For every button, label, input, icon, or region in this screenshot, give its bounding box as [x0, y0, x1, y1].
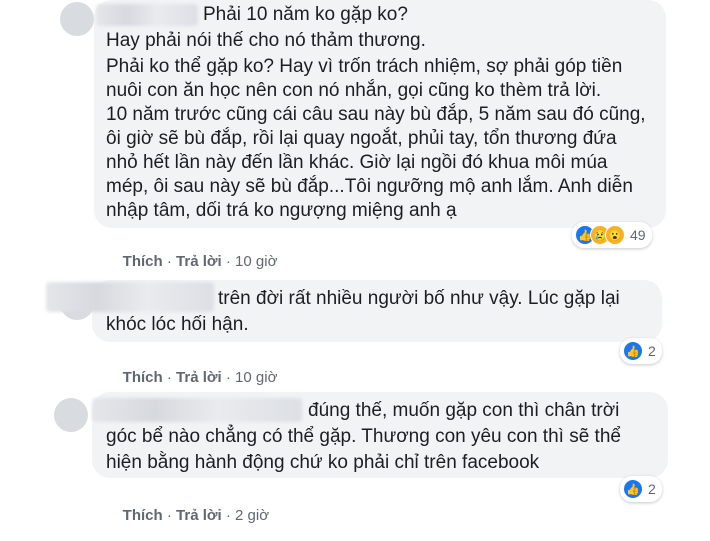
- comment-line: trên đời rất nhiều người bố như vậy. Lúc…: [218, 288, 620, 309]
- timestamp[interactable]: 10 giờ: [235, 253, 277, 270]
- avatar[interactable]: [54, 398, 88, 432]
- reaction-count: 2: [648, 343, 656, 359]
- reply-link[interactable]: Trả lời: [176, 507, 222, 524]
- reply-link[interactable]: Trả lời: [176, 369, 222, 386]
- timestamp[interactable]: 2 giờ: [235, 507, 269, 524]
- separator: ·: [221, 253, 236, 270]
- separator: ·: [162, 253, 177, 270]
- comment-line: 10 năm trước cũng cái câu sau này bù đắp…: [106, 104, 646, 125]
- comment-line: góc bể nào chẳng có thể gặp. Thương con …: [106, 426, 621, 447]
- comment-line: Hay phải nói thế cho nó thảm thương.: [106, 30, 426, 51]
- reaction-summary[interactable]: 👍 😢 😮 49: [572, 222, 652, 248]
- like-link[interactable]: Thích: [123, 253, 163, 270]
- comment-line: mép, ôi sau này sẽ bù đắp...Tôi ngưỡng m…: [106, 176, 633, 197]
- reaction-count: 2: [648, 481, 656, 497]
- comment-line: ôi giờ sẽ bù đắp, rồi lại quay ngoắt, ph…: [106, 128, 617, 149]
- comment-actions: Thích · Trả lời · 2 giờ: [106, 490, 269, 541]
- like-icon: 👍: [623, 341, 643, 361]
- separator: ·: [221, 507, 236, 524]
- reaction-summary[interactable]: 👍 2: [620, 476, 662, 502]
- like-link[interactable]: Thích: [123, 369, 163, 386]
- comment-line: đúng thế, muốn gặp con thì chân trời: [308, 400, 620, 421]
- wow-icon: 😮: [605, 225, 625, 245]
- reply-link[interactable]: Trả lời: [176, 253, 222, 270]
- avatar[interactable]: [60, 2, 94, 36]
- separator: ·: [221, 369, 236, 386]
- comment-line: Phải 10 năm ko gặp ko?: [203, 4, 408, 25]
- timestamp[interactable]: 10 giờ: [235, 369, 277, 386]
- comment-line: Phải ko thể gặp ko? Hay vì trốn trách nh…: [106, 56, 623, 77]
- comment-line: nhập tâm, dối trá ko ngượng miệng anh ạ: [106, 200, 457, 221]
- separator: ·: [162, 369, 177, 386]
- comment-line: hiện bằng hành động chứ ko phải chỉ trên…: [106, 452, 540, 473]
- comment-line: khóc lóc hối hận.: [106, 314, 249, 335]
- separator: ·: [162, 507, 177, 524]
- commenter-name-redacted[interactable]: [92, 398, 302, 422]
- comment-line: nuôi con ăn học nên con nó nhắn, gọi cũn…: [106, 80, 602, 101]
- like-icon: 👍: [623, 479, 643, 499]
- commenter-name-redacted[interactable]: [96, 4, 198, 26]
- reaction-summary[interactable]: 👍 2: [620, 338, 662, 364]
- reaction-count: 49: [630, 227, 646, 243]
- comment-line: nhỏ hết lần này đến lần khác. Giờ lại ng…: [106, 152, 608, 173]
- commenter-name-redacted[interactable]: [46, 282, 214, 312]
- like-link[interactable]: Thích: [123, 507, 163, 524]
